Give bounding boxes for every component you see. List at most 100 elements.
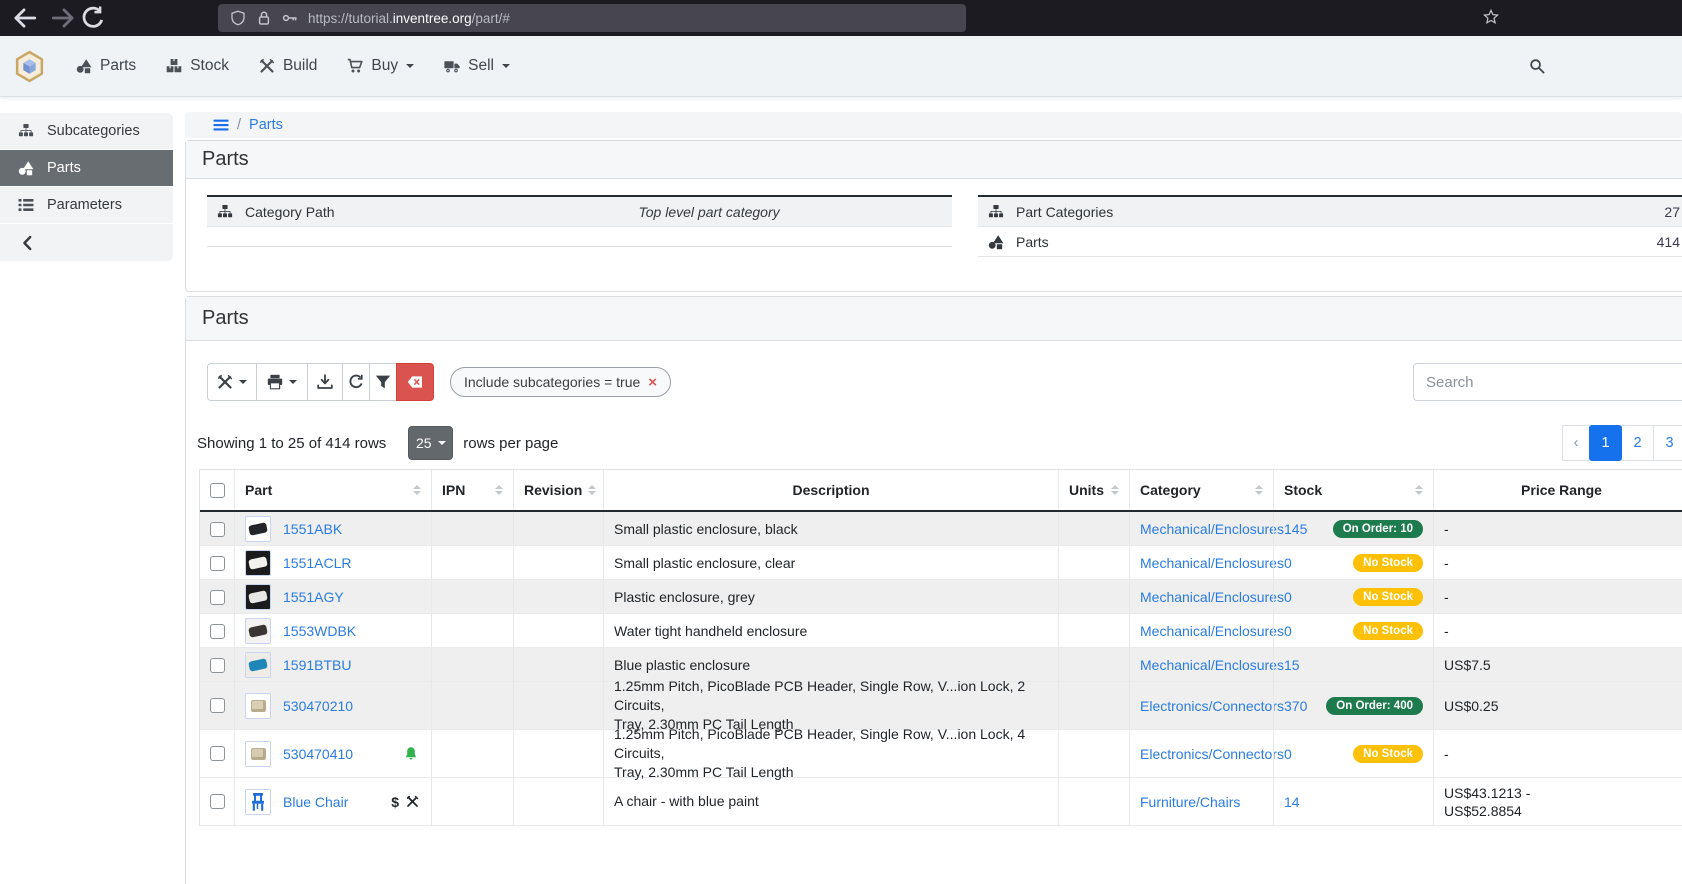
stock-link[interactable]: 0 xyxy=(1284,746,1292,762)
download-button[interactable] xyxy=(307,363,343,401)
url-bar[interactable]: https://tutorial.inventree.org/part/# xyxy=(218,4,966,32)
filter-button[interactable] xyxy=(369,363,397,401)
sort-icon[interactable] xyxy=(489,485,503,495)
category-stats-card: Part Categories27Parts414 xyxy=(978,195,1682,257)
part-thumbnail[interactable] xyxy=(245,516,271,542)
column-header-part[interactable]: Part xyxy=(234,470,431,510)
row-select-cell xyxy=(200,546,234,580)
part-thumbnail[interactable] xyxy=(245,550,271,576)
back-icon[interactable] xyxy=(12,7,38,29)
reload-icon[interactable] xyxy=(80,7,106,29)
nav-item-buy[interactable]: Buy xyxy=(347,57,414,75)
part-link[interactable]: 530470410 xyxy=(283,746,353,762)
part-thumbnail[interactable] xyxy=(245,584,271,610)
pagination-page-2[interactable]: 2 xyxy=(1621,425,1654,461)
ipn-cell xyxy=(431,682,513,729)
category-link[interactable]: Mechanical/Enclosures xyxy=(1140,589,1284,605)
sidebar-collapse-button[interactable] xyxy=(0,224,173,261)
part-link[interactable]: 530470210 xyxy=(283,698,353,714)
sidebar-item-subcategories[interactable]: Subcategories xyxy=(0,113,173,150)
category-link[interactable]: Mechanical/Enclosures xyxy=(1140,555,1284,571)
column-header-category[interactable]: Category xyxy=(1129,470,1273,510)
category-link[interactable]: Mechanical/Enclosures xyxy=(1140,657,1284,673)
part-thumbnail[interactable] xyxy=(245,693,271,719)
part-thumbnail[interactable] xyxy=(245,652,271,678)
nav-item-sell[interactable]: Sell xyxy=(444,57,510,75)
stock-link[interactable]: 0 xyxy=(1284,589,1292,605)
row-select-cell xyxy=(200,512,234,546)
forward-icon[interactable] xyxy=(50,7,76,29)
table-search-input[interactable] xyxy=(1413,363,1682,401)
clear-filters-button[interactable] xyxy=(396,363,434,401)
pagination-page-1[interactable]: 1 xyxy=(1589,425,1622,461)
column-label: Units xyxy=(1069,482,1104,498)
nav-item-build[interactable]: Build xyxy=(259,57,317,75)
stat-label: Parts xyxy=(1016,234,1049,250)
column-header-units[interactable]: Units xyxy=(1058,470,1129,510)
stock-link[interactable]: 15 xyxy=(1284,657,1300,673)
search-icon[interactable] xyxy=(1529,58,1545,74)
refresh-table-button[interactable] xyxy=(342,363,370,401)
stock-link[interactable]: 145 xyxy=(1284,521,1307,537)
row-checkbox[interactable] xyxy=(210,794,225,809)
row-checkbox[interactable] xyxy=(210,746,225,761)
key-icon[interactable] xyxy=(282,10,298,26)
category-link[interactable]: Electronics/Connectors xyxy=(1140,746,1284,762)
row-checkbox[interactable] xyxy=(210,658,225,673)
sort-icon[interactable] xyxy=(1105,485,1119,495)
row-checkbox[interactable] xyxy=(210,590,225,605)
pagination-page-3[interactable]: 3 xyxy=(1653,425,1682,461)
pagination-prev[interactable]: ‹ xyxy=(1562,425,1590,461)
sort-icon[interactable] xyxy=(582,485,596,495)
category-link[interactable]: Mechanical/Enclosures xyxy=(1140,521,1284,537)
stock-link[interactable]: 14 xyxy=(1284,794,1300,810)
column-header-ipn[interactable]: IPN xyxy=(431,470,513,510)
select-all-checkbox[interactable] xyxy=(210,483,225,498)
part-thumbnail[interactable] xyxy=(245,789,271,815)
page-size-dropdown[interactable]: 25 xyxy=(408,426,453,460)
sidebar-item-parameters[interactable]: Parameters xyxy=(0,187,173,224)
breadcrumb-link-parts[interactable]: Parts xyxy=(249,117,283,133)
table-actions-button[interactable] xyxy=(207,363,257,401)
stock-link[interactable]: 0 xyxy=(1284,555,1292,571)
menu-icon[interactable] xyxy=(213,117,229,133)
column-header-stock[interactable]: Stock xyxy=(1273,470,1433,510)
remove-filter-icon[interactable]: × xyxy=(648,374,657,391)
part-link[interactable]: 1551AGY xyxy=(283,589,344,605)
row-checkbox[interactable] xyxy=(210,556,225,571)
sort-icon[interactable] xyxy=(407,485,421,495)
category-link[interactable]: Mechanical/Enclosures xyxy=(1140,623,1284,639)
part-cell: 1551AGY xyxy=(234,580,431,614)
part-link[interactable]: 1551ABK xyxy=(283,521,342,537)
stock-badge: No Stock xyxy=(1353,745,1423,763)
shield-icon[interactable] xyxy=(230,10,246,26)
table-summary: Showing 1 to 25 of 414 rows 25 rows per … xyxy=(197,425,558,461)
part-thumbnail[interactable] xyxy=(245,741,271,767)
category-link[interactable]: Furniture/Chairs xyxy=(1140,794,1240,810)
part-link[interactable]: 1553WDBK xyxy=(283,623,356,639)
sidebar-item-parts[interactable]: Parts xyxy=(0,150,173,187)
nav-item-parts[interactable]: Parts xyxy=(76,57,136,75)
row-checkbox[interactable] xyxy=(210,624,225,639)
sort-icon[interactable] xyxy=(1249,485,1263,495)
dollar-icon: $ xyxy=(391,794,399,810)
part-link[interactable]: 1551ACLR xyxy=(283,555,352,571)
column-header-revision[interactable]: Revision xyxy=(513,470,603,510)
part-link[interactable]: 1591BTBU xyxy=(283,657,351,673)
sort-icon[interactable] xyxy=(1409,485,1423,495)
part-link[interactable]: Blue Chair xyxy=(283,794,348,810)
print-button[interactable] xyxy=(256,363,308,401)
stock-link[interactable]: 0 xyxy=(1284,623,1292,639)
inventree-logo[interactable] xyxy=(13,50,46,83)
nav-item-stock[interactable]: Stock xyxy=(166,57,229,75)
row-checkbox[interactable] xyxy=(210,522,225,537)
part-thumbnail[interactable] xyxy=(245,618,271,644)
column-label: IPN xyxy=(442,482,465,498)
stock-link[interactable]: 370 xyxy=(1284,698,1307,714)
lock-icon[interactable] xyxy=(256,10,272,26)
breadcrumb: / Parts xyxy=(185,112,1682,138)
bookmark-star-icon[interactable] xyxy=(1483,9,1499,25)
description-cell: Plastic enclosure, grey xyxy=(603,580,1058,614)
row-checkbox[interactable] xyxy=(210,698,225,713)
category-link[interactable]: Electronics/Connectors xyxy=(1140,698,1284,714)
